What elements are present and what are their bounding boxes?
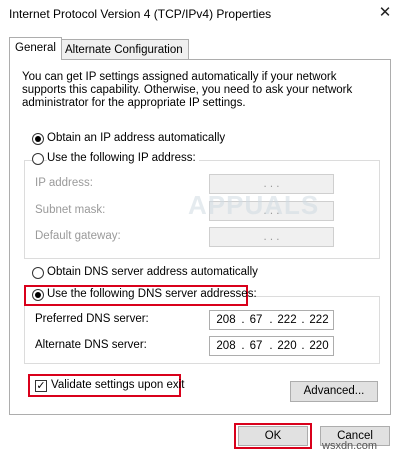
watermark-logo: APPUALS — [188, 190, 320, 220]
preferred-dns-octet-3: 222 — [277, 314, 297, 326]
close-icon[interactable]: ✕ — [376, 4, 394, 22]
preferred-dns-label: Preferred DNS server: — [35, 313, 149, 325]
ip-auto-radio[interactable] — [32, 133, 44, 145]
tab-general[interactable]: General — [9, 37, 62, 60]
tab-alternate-configuration[interactable]: Alternate Configuration — [59, 39, 189, 59]
preferred-dns-octet-4: 222 — [309, 314, 329, 326]
alternate-dns-field[interactable]: 208 . 67 . 220 . 220 — [209, 336, 334, 356]
alternate-dns-octet-1: 208 — [216, 340, 236, 352]
ip-address-label: IP address: — [35, 177, 93, 189]
dns-manual-radio[interactable] — [32, 289, 44, 301]
preferred-dns-octet-2: 67 — [249, 314, 263, 326]
watermark-site: wsxdn.com — [322, 440, 378, 452]
description-text: You can get IP settings assigned automat… — [22, 71, 353, 109]
window-title: Internet Protocol Version 4 (TCP/IPv4) P… — [9, 7, 272, 21]
default-gateway-label: Default gateway: — [35, 230, 121, 242]
alternate-dns-label: Alternate DNS server: — [35, 339, 147, 351]
ip-manual-radio[interactable] — [32, 153, 44, 165]
ip-manual-label[interactable]: Use the following IP address: — [47, 152, 199, 164]
alternate-dns-octet-4: 220 — [309, 340, 329, 352]
preferred-dns-field[interactable]: 208 . 67 . 222 . 222 — [209, 310, 334, 330]
ip-auto-label[interactable]: Obtain an IP address automatically — [47, 132, 225, 144]
alternate-dns-octet-2: 67 — [249, 340, 263, 352]
advanced-button[interactable]: Advanced... — [290, 381, 378, 402]
dns-manual-label[interactable]: Use the following DNS server addresses: — [47, 288, 257, 300]
alternate-dns-octet-3: 220 — [277, 340, 297, 352]
validate-label[interactable]: Validate settings upon exit — [51, 379, 184, 391]
dns-auto-radio[interactable] — [32, 267, 44, 279]
validate-checkbox[interactable]: ✓ — [35, 380, 47, 392]
dns-auto-label[interactable]: Obtain DNS server address automatically — [47, 266, 258, 278]
ok-button[interactable]: OK — [238, 426, 308, 446]
subnet-mask-label: Subnet mask: — [35, 204, 106, 216]
preferred-dns-octet-1: 208 — [216, 314, 236, 326]
